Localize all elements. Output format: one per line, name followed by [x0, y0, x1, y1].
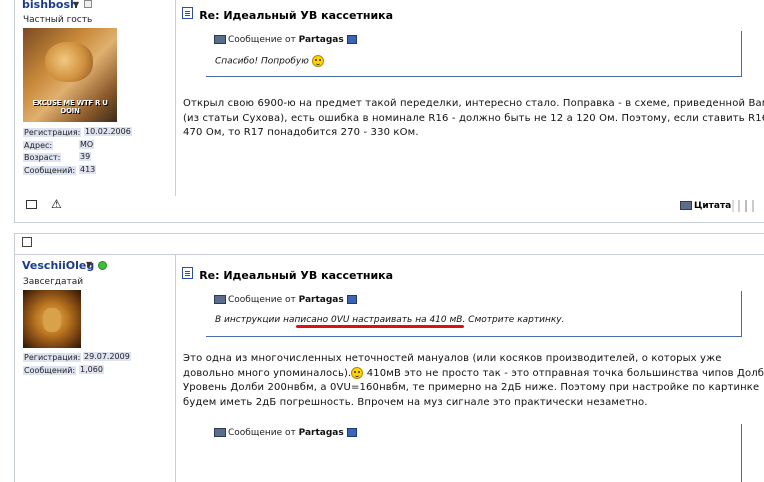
quote-icon [214, 35, 226, 44]
quote-header: Сообщение от Partagas [214, 428, 357, 438]
view-post-icon[interactable] [346, 295, 357, 304]
stat-value: 413 [79, 165, 97, 174]
stat-label: Регистрация: [23, 353, 82, 362]
stat-label: Сообщений: [23, 366, 77, 375]
toolbar-spacer [745, 200, 747, 212]
view-post-icon[interactable] [346, 428, 357, 437]
stat-value: 29.07.2009 [83, 352, 131, 361]
post2-user-title: Завсегдатай [23, 277, 84, 287]
post1-title-row: Re: Идеальный УВ кассетника [182, 7, 393, 22]
body-line: Уровень Долби 200нвбм, а 0VU=160нвбм, те… [183, 382, 760, 393]
post2-header-border [14, 254, 764, 255]
private-message-icon[interactable] [26, 200, 37, 209]
quote-author[interactable]: Partagas [299, 428, 344, 438]
view-post-icon[interactable] [346, 35, 357, 44]
body-line: 410мВ это не просто так - это отправная … [363, 367, 764, 379]
post1-left-border [14, 0, 15, 222]
post1-quote-block: Сообщение от Partagas Спасибо! Попробую [206, 31, 742, 77]
quote-text-row: Спасибо! Попробую [215, 55, 324, 67]
stat-value: 1,060 [79, 365, 104, 374]
post2-avatar[interactable] [23, 290, 81, 348]
post2-quote2-block: Сообщение от Partagas [206, 424, 742, 482]
post2-column-divider [175, 254, 176, 482]
stat-label: Адрес: [23, 141, 54, 150]
user-menu-chevron-down-icon[interactable]: ▼ [86, 260, 92, 269]
post2-username[interactable]: VeschiiOleg [22, 259, 94, 272]
avatar-caption: EXCUSE ME WTF R U DOIN [32, 99, 108, 115]
post2-user-stats: Регистрация: 29.07.2009 Сообщений: 1,060 [23, 352, 131, 377]
post2-top-border [14, 233, 764, 234]
post1-bottom-border [14, 222, 764, 223]
quote-prefix: Сообщение от [228, 295, 296, 305]
post1-column-divider [175, 0, 176, 196]
toolbar-spacer [752, 200, 754, 212]
body-line-with-smiley: довольно много упоминалось). 410мВ это н… [183, 366, 764, 382]
body-line: Это одна из многочисленных неточностей м… [183, 353, 722, 364]
quote-prefix: Сообщение от [228, 35, 296, 45]
post1-user-stats: Регистрация: 10.02.2006 Адрес: MO Возраст:… [23, 127, 132, 177]
post-document-icon [182, 7, 193, 19]
quote-author[interactable]: Partagas [299, 35, 344, 45]
quote-text: В инструкции написано 0VU настраивать на… [215, 315, 565, 325]
body-line: 470 Ом, то R17 понадобится 270 - 330 кОм… [183, 127, 419, 138]
report-warning-icon[interactable]: ⚠ [51, 198, 62, 210]
post2-left-border [14, 233, 15, 482]
offline-status-icon [84, 0, 92, 8]
cat-face-shape [45, 42, 93, 82]
post1-title: Re: Идеальный УВ кассетника [199, 9, 394, 22]
smiley-icon [351, 366, 364, 379]
quote-header: Сообщение от Partagas [214, 295, 357, 305]
user-menu-chevron-down-icon[interactable]: ▼ [73, 0, 79, 9]
quote-button-label: Цитата [694, 201, 732, 211]
quote-icon [680, 201, 692, 210]
stat-label: Возраст: [23, 153, 62, 162]
smiley-icon [311, 55, 324, 67]
stat-label: Сообщений: [23, 166, 77, 175]
body-line: Открыл свою 6900-ю на предмет такой пере… [183, 98, 764, 109]
online-status-icon [98, 261, 107, 270]
stat-value: MO [79, 140, 95, 149]
body-line: будем иметь 2дБ погрешность. Впрочем на … [183, 396, 648, 408]
quote-reply-button[interactable]: Цитата [680, 201, 731, 211]
toolbar-spacer [738, 200, 740, 212]
post-document-icon [182, 267, 193, 279]
post1-user-title: Частный гость [23, 15, 93, 25]
red-underline-annotation [296, 325, 464, 328]
post2-title: Re: Идеальный УВ кассетника [199, 269, 394, 282]
quote-text: Спасибо! Попробую [215, 56, 309, 67]
post1-body: Открыл свою 6900-ю на предмет такой пере… [183, 97, 764, 141]
body-line: (из статьи Сухова), есть ошибка в номина… [183, 112, 764, 124]
body-line: довольно много упоминалось). [183, 367, 352, 379]
quote-author[interactable]: Partagas [299, 295, 344, 305]
post2-quote-block: Сообщение от Partagas В инструкции напис… [206, 291, 742, 337]
quote-header: Сообщение от Partagas [214, 35, 357, 45]
lion-face-shape [43, 308, 61, 332]
post2-body: Это одна из многочисленных неточностей м… [183, 352, 764, 410]
post2-title-row: Re: Идеальный УВ кассетника [182, 267, 393, 282]
post1-avatar[interactable]: EXCUSE ME WTF R U DOIN [23, 28, 117, 122]
quote-prefix: Сообщение от [228, 428, 296, 438]
post1-username[interactable]: bishbosh [22, 0, 78, 11]
toolbar-spacer [732, 200, 734, 212]
post-select-checkbox[interactable] [22, 237, 32, 247]
stat-label: Регистрация: [23, 128, 82, 137]
quote-icon [214, 428, 226, 437]
stat-value: 10.02.2006 [84, 127, 132, 136]
quote-icon [214, 295, 226, 304]
stat-value: 39 [79, 152, 92, 161]
